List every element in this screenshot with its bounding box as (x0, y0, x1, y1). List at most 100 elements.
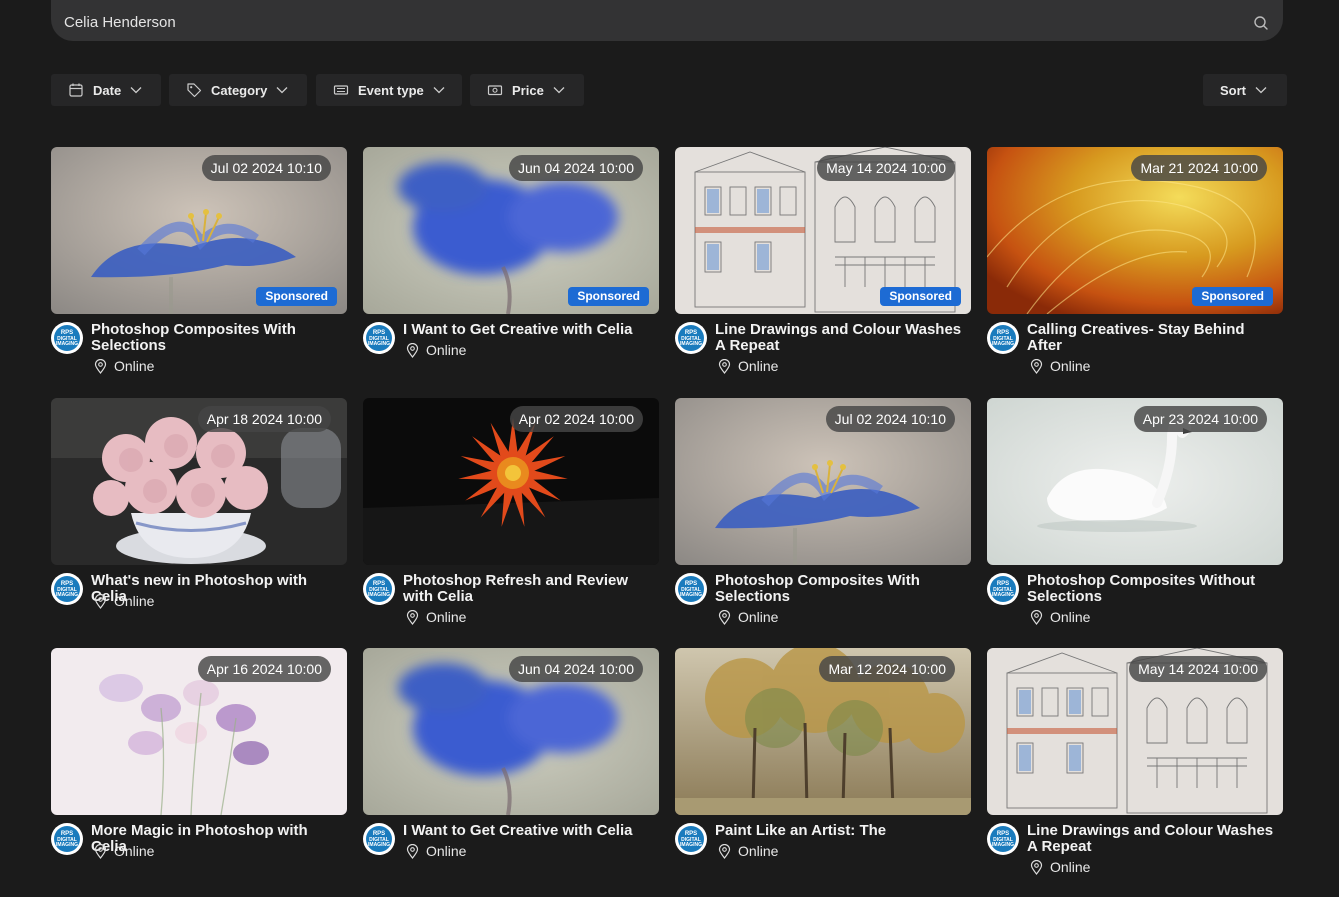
search-icon[interactable] (1253, 15, 1269, 31)
event-location: Online (91, 358, 154, 374)
event-title[interactable]: Photoshop Refresh and Review with Celia (403, 573, 659, 605)
event-card[interactable]: Apr 23 2024 10:00 RPS DIGITAL IMAGING Phot… (987, 398, 1283, 629)
event-thumbnail[interactable]: Mar 12 2024 10:00 (675, 648, 971, 815)
event-thumbnail[interactable]: Apr 18 2024 10:00 (51, 398, 347, 565)
event-thumbnail[interactable]: Apr 23 2024 10:00 (987, 398, 1283, 565)
rps-logo: RPS DIGITAL IMAGING (366, 325, 392, 351)
event-info: RPS DIGITAL IMAGING I Want to Get Creative… (363, 815, 659, 879)
sponsored-badge: Sponsored (568, 287, 649, 306)
organizer-avatar[interactable]: RPS DIGITAL IMAGING (363, 573, 395, 605)
event-info: RPS DIGITAL IMAGING Paint Like an Artist: … (675, 815, 971, 879)
event-title[interactable]: Photoshop Composites Without Selections (1027, 573, 1283, 605)
event-card[interactable]: Apr 02 2024 10:00 RPS DIGITAL IMAGING Phot… (363, 398, 659, 629)
event-location-label: Online (426, 342, 467, 358)
event-location: Online (91, 843, 154, 859)
event-thumbnail[interactable]: Apr 02 2024 10:00 (363, 398, 659, 565)
location-pin-icon (406, 342, 419, 358)
event-thumbnail[interactable]: Jul 02 2024 10:10 Sponsored (51, 147, 347, 314)
sort-label: Sort (1220, 82, 1246, 98)
rps-logo: RPS DIGITAL IMAGING (990, 325, 1016, 351)
event-card[interactable]: Apr 16 2024 10:00 RPS DIGITAL IMAGING More… (51, 648, 347, 879)
event-thumbnail[interactable]: Jul 02 2024 10:10 (675, 398, 971, 565)
rps-logo: RPS DIGITAL IMAGING (678, 826, 704, 852)
organizer-avatar[interactable]: RPS DIGITAL IMAGING (675, 823, 707, 855)
location-pin-icon (1030, 609, 1043, 625)
search-bar[interactable] (51, 0, 1283, 41)
rps-logo: RPS DIGITAL IMAGING (990, 826, 1016, 852)
location-pin-icon (1030, 358, 1043, 374)
event-title[interactable]: I Want to Get Creative with Celia (403, 823, 659, 839)
event-location-label: Online (1050, 609, 1091, 625)
calendar-icon (68, 82, 84, 98)
organizer-avatar[interactable]: RPS DIGITAL IMAGING (51, 322, 83, 354)
event-card[interactable]: Jun 04 2024 10:00 RPS DIGITAL IMAGING I Wa… (363, 648, 659, 879)
organizer-avatar[interactable]: RPS DIGITAL IMAGING (51, 823, 83, 855)
rps-logo: RPS DIGITAL IMAGING (366, 826, 392, 852)
event-location: Online (715, 358, 778, 374)
organizer-avatar[interactable]: RPS DIGITAL IMAGING (987, 823, 1019, 855)
event-location-label: Online (1050, 358, 1091, 374)
event-title[interactable]: Calling Creatives- Stay Behind After (1027, 322, 1283, 354)
event-location: Online (403, 609, 466, 625)
category-filter-button[interactable]: Category (169, 74, 307, 106)
event-title[interactable]: Photoshop Composites With Selections (91, 322, 347, 354)
event-thumbnail[interactable]: Mar 21 2024 10:00 Sponsored (987, 147, 1283, 314)
event-info: RPS DIGITAL IMAGING Calling Creatives- Sta… (987, 314, 1283, 378)
event-type-filter-label: Event type (358, 82, 424, 98)
event-location: Online (403, 843, 466, 859)
event-title[interactable]: I Want to Get Creative with Celia (403, 322, 659, 338)
organizer-avatar[interactable]: RPS DIGITAL IMAGING (363, 823, 395, 855)
event-thumbnail[interactable]: Jun 04 2024 10:00 Sponsored (363, 147, 659, 314)
organizer-avatar[interactable]: RPS DIGITAL IMAGING (987, 322, 1019, 354)
event-type-filter-button[interactable]: Event type (316, 74, 462, 106)
event-location-label: Online (114, 593, 155, 609)
event-card[interactable]: Jun 04 2024 10:00 Sponsored RPS DIGITAL IM… (363, 147, 659, 378)
event-date-badge: Mar 12 2024 10:00 (819, 656, 955, 682)
event-thumbnail[interactable]: May 14 2024 10:00 Sponsored (675, 147, 971, 314)
event-card[interactable]: May 14 2024 10:00 RPS DIGITAL IMAGING Line… (987, 648, 1283, 879)
organizer-avatar[interactable]: RPS DIGITAL IMAGING (363, 322, 395, 354)
event-location-label: Online (426, 609, 467, 625)
event-location-label: Online (114, 843, 155, 859)
event-thumbnail[interactable]: Apr 16 2024 10:00 (51, 648, 347, 815)
sponsored-badge: Sponsored (256, 287, 337, 306)
sponsored-badge: Sponsored (880, 287, 961, 306)
event-thumbnail[interactable]: May 14 2024 10:00 (987, 648, 1283, 815)
event-date-badge: May 14 2024 10:00 (1129, 656, 1267, 682)
rps-logo: RPS DIGITAL IMAGING (54, 826, 80, 852)
event-card[interactable]: May 14 2024 10:00 Sponsored RPS DIGITAL IM… (675, 147, 971, 378)
chevron-down-icon (1255, 86, 1267, 94)
event-card[interactable]: Apr 18 2024 10:00 RPS DIGITAL IMAGING What… (51, 398, 347, 629)
event-card[interactable]: Jul 02 2024 10:10 RPS DIGITAL IMAGING Phot… (675, 398, 971, 629)
event-date-badge: Jul 02 2024 10:10 (825, 406, 955, 432)
event-card[interactable]: Mar 12 2024 10:00 RPS DIGITAL IMAGING Pain… (675, 648, 971, 879)
event-title[interactable]: Paint Like an Artist: The (715, 823, 971, 839)
event-location: Online (403, 342, 466, 358)
organizer-avatar[interactable]: RPS DIGITAL IMAGING (987, 573, 1019, 605)
event-card[interactable]: Jul 02 2024 10:10 Sponsored RPS DIGITAL IM… (51, 147, 347, 378)
chevron-down-icon (433, 86, 445, 94)
search-input[interactable] (64, 14, 1253, 31)
sponsored-badge: Sponsored (1192, 287, 1273, 306)
date-filter-button[interactable]: Date (51, 74, 161, 106)
event-thumbnail[interactable]: Jun 04 2024 10:00 (363, 648, 659, 815)
event-card[interactable]: Mar 21 2024 10:00 Sponsored RPS DIGITAL IM… (987, 147, 1283, 378)
event-location-label: Online (738, 358, 779, 374)
event-date-badge: Apr 16 2024 10:00 (197, 656, 331, 682)
chevron-down-icon (276, 86, 288, 94)
event-title[interactable]: Photoshop Composites With Selections (715, 573, 971, 605)
location-pin-icon (718, 843, 731, 859)
organizer-avatar[interactable]: RPS DIGITAL IMAGING (675, 322, 707, 354)
event-location: Online (715, 843, 778, 859)
event-location: Online (91, 593, 154, 609)
sort-button[interactable]: Sort (1203, 74, 1287, 106)
event-date-badge: Mar 21 2024 10:00 (1131, 155, 1267, 181)
organizer-avatar[interactable]: RPS DIGITAL IMAGING (51, 573, 83, 605)
event-date-badge: Apr 02 2024 10:00 (509, 406, 643, 432)
price-filter-button[interactable]: Price (470, 74, 584, 106)
ticket-icon (333, 82, 349, 98)
event-title[interactable]: Line Drawings and Colour Washes A Repeat (1027, 823, 1283, 855)
event-location-label: Online (1050, 859, 1091, 875)
event-title[interactable]: Line Drawings and Colour Washes A Repeat (715, 322, 971, 354)
organizer-avatar[interactable]: RPS DIGITAL IMAGING (675, 573, 707, 605)
